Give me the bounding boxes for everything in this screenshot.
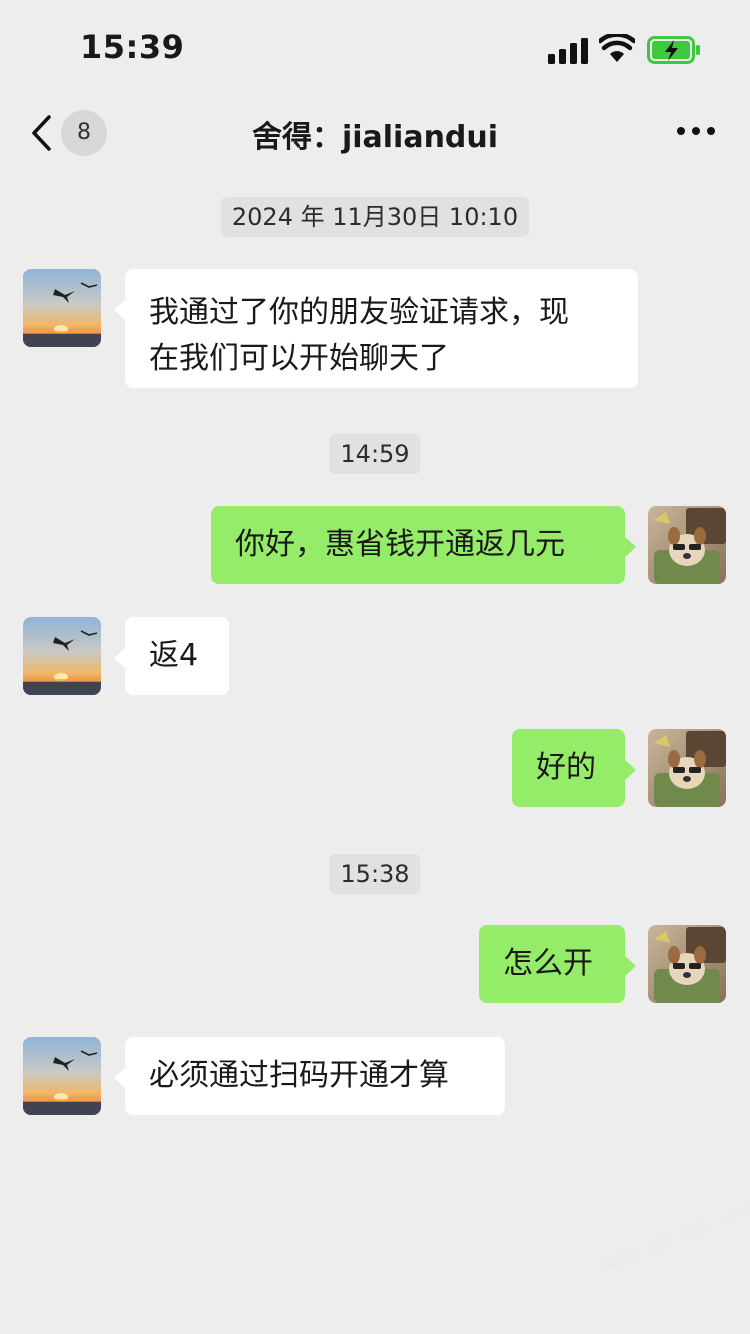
message-text: 你好，惠省钱开通返几元	[235, 527, 565, 562]
sunset-avatar-image	[23, 617, 101, 695]
message-bubble-outgoing[interactable]: 怎么开	[479, 925, 636, 1003]
watermark: 赚客吧，有奖一起赚！ www.zuanke8.com	[602, 1171, 750, 1273]
status-time: 15:39	[80, 28, 185, 66]
message-bubble-outgoing[interactable]: 你好，惠省钱开通返几元	[211, 506, 636, 584]
message-text: 好的	[536, 750, 596, 785]
bubble-tail	[624, 955, 636, 977]
message-text: 返4	[149, 638, 199, 673]
sunset-avatar-image	[23, 1037, 101, 1115]
message-text: 必须通过扫码开通才算	[149, 1058, 449, 1093]
message-text-line: 我通过了你的朋友验证请求，现	[149, 295, 569, 330]
message-bubble-incoming[interactable]: 返4	[114, 617, 229, 695]
battery-charging-icon	[647, 36, 700, 64]
contact-avatar[interactable]	[23, 617, 101, 695]
my-avatar[interactable]	[648, 506, 726, 584]
dog-avatar-image	[648, 925, 726, 1003]
bubble-tail	[624, 536, 636, 558]
timestamp: 14:59	[329, 434, 421, 474]
dog-avatar-image	[648, 506, 726, 584]
bubble-tail	[114, 299, 126, 321]
more-icon[interactable]	[676, 124, 716, 138]
message-text-line: 在我们可以开始聊天了	[149, 341, 449, 376]
message-bubble-incoming[interactable]: 我通过了你的朋友验证请求，现 在我们可以开始聊天了	[114, 269, 638, 388]
status-bar: 15:39	[0, 0, 750, 100]
message-bubble-outgoing[interactable]: 好的	[512, 729, 636, 807]
bubble-tail	[114, 647, 126, 669]
signal-icon	[548, 38, 588, 64]
timestamp: 2024 年 11月30日 10:10	[220, 197, 530, 237]
message-bubble-incoming[interactable]: 必须通过扫码开通才算	[114, 1037, 505, 1115]
timestamp: 15:38	[329, 854, 421, 894]
message-text: 怎么开	[503, 946, 593, 981]
wifi-icon	[599, 34, 635, 62]
contact-avatar[interactable]	[23, 269, 101, 347]
contact-avatar[interactable]	[23, 1037, 101, 1115]
my-avatar[interactable]	[648, 729, 726, 807]
chat-title: 舍得：jialiandui	[251, 120, 499, 155]
my-avatar[interactable]	[648, 925, 726, 1003]
sunset-avatar-image	[23, 269, 101, 347]
bubble-tail	[114, 1067, 126, 1089]
bubble-tail	[624, 759, 636, 781]
dog-avatar-image	[648, 729, 726, 807]
